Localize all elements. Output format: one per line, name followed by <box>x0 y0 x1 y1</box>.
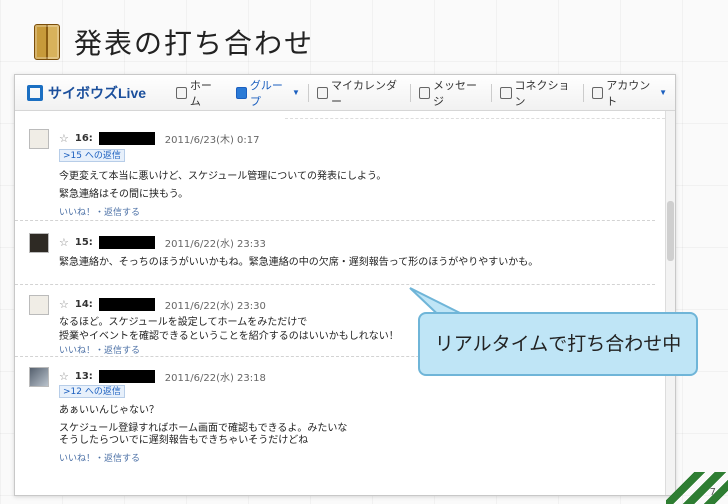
chevron-down-icon: ▼ <box>291 88 300 97</box>
nav-home[interactable]: ホーム <box>168 75 228 111</box>
message-icon <box>418 86 431 99</box>
nav-connection[interactable]: コネクション <box>492 75 583 111</box>
post-actions[interactable]: いいね！・返信する <box>59 205 140 218</box>
nav-label: マイカレンダー <box>331 79 398 108</box>
scrollbar[interactable] <box>665 111 675 495</box>
post-text-line: 緊急連絡はその間に挟もう。 <box>59 189 189 200</box>
post-text-line: そうしたらついでに遅刻報告もできちゃいそうだけどね <box>59 435 309 446</box>
post-number: 13: <box>74 371 93 382</box>
scrollbar-thumb[interactable] <box>667 201 674 261</box>
post-header: ☆ 13: 2011/6/22(水) 23:18 <box>59 369 266 384</box>
nav-group[interactable]: グループ ▼ <box>228 75 308 111</box>
star-icon[interactable]: ☆ <box>59 298 69 311</box>
logo-text: サイボウズLive <box>48 84 147 101</box>
post-date: 2011/6/22(水) 23:18 <box>164 373 266 384</box>
nav-label: ホーム <box>189 79 212 108</box>
post-date: 2011/6/22(水) 23:30 <box>164 301 266 312</box>
nav-label: メッセージ <box>433 79 478 108</box>
nav-label: グループ <box>249 79 283 108</box>
chevron-down-icon: ▼ <box>659 88 667 97</box>
connection-icon <box>500 86 512 99</box>
slide-title-text: 発表の打ち合わせ <box>74 27 315 60</box>
post-number: 15: <box>74 237 93 248</box>
post-text-line: あぁいいんじゃない？ <box>59 405 159 416</box>
post-number: 16: <box>74 133 93 144</box>
app-logo[interactable]: サイボウズLive <box>27 83 168 103</box>
post-item: ☆ 13: 2011/6/22(水) 23:18 >12 への返信 あぁいいんじ… <box>15 361 655 471</box>
post-number: 14: <box>74 299 93 310</box>
nav-my-calendar[interactable]: マイカレンダー <box>309 75 410 111</box>
star-icon[interactable]: ☆ <box>59 370 69 383</box>
post-header: ☆ 14: 2011/6/22(水) 23:30 <box>59 297 266 312</box>
group-icon <box>235 86 247 99</box>
redacted-name <box>98 132 155 145</box>
post-header: ☆ 15: 2011/6/22(水) 23:33 <box>59 235 266 250</box>
nav-message[interactable]: メッセージ <box>411 75 492 111</box>
redacted-name <box>98 298 155 311</box>
main-nav: ホーム グループ ▼ マイカレンダー メッセージ コネクション アカウント ▼ <box>168 75 675 111</box>
avatar <box>29 233 49 253</box>
callout-bubble: リアルタイムで打ち合わせ中 <box>418 312 698 376</box>
nav-account[interactable]: アカウント ▼ <box>584 75 675 111</box>
page-number: 7 <box>709 487 716 498</box>
app-header: サイボウズLive ホーム グループ ▼ マイカレンダー メッセージ コネクショ… <box>15 75 675 111</box>
calendar-icon <box>316 86 329 99</box>
sub-toolbar <box>285 111 675 119</box>
reply-tag[interactable]: >15 への返信 <box>59 149 125 162</box>
post-actions[interactable]: いいね！・返信する <box>59 343 140 356</box>
star-icon[interactable]: ☆ <box>59 132 69 145</box>
reply-tag[interactable]: >12 への返信 <box>59 385 125 398</box>
avatar <box>29 129 49 149</box>
account-icon <box>592 86 604 99</box>
post-item: ☆ 16: 2011/6/23(木) 0:17 >15 への返信 今更変えて本当… <box>15 123 655 221</box>
avatar <box>29 295 49 315</box>
post-text-line: 授業やイベントを確認できるということを紹介するのはいいかもしれない！ <box>59 331 399 342</box>
post-date: 2011/6/23(木) 0:17 <box>164 135 260 146</box>
post-date: 2011/6/22(水) 23:33 <box>164 239 266 250</box>
avatar <box>29 367 49 387</box>
logo-icon <box>27 84 43 101</box>
redacted-name <box>98 370 155 383</box>
home-icon <box>175 86 187 99</box>
post-header: ☆ 16: 2011/6/23(木) 0:17 <box>59 131 260 146</box>
post-actions[interactable]: いいね！・返信する <box>59 451 140 464</box>
post-item: ☆ 15: 2011/6/22(水) 23:33 緊急連絡か、そっちのほうがいい… <box>15 227 655 285</box>
app-screenshot: サイボウズLive ホーム グループ ▼ マイカレンダー メッセージ コネクショ… <box>14 74 676 496</box>
nav-label: アカウント <box>606 79 651 108</box>
star-icon[interactable]: ☆ <box>59 236 69 249</box>
nav-label: コネクション <box>514 79 570 108</box>
redacted-name <box>98 236 155 249</box>
corner-logo <box>666 472 728 504</box>
slide-title: 発表の打ち合わせ <box>34 22 314 62</box>
post-text-line: 緊急連絡か、そっちのほうがいいかもね。緊急連絡の中の欠席・遅刻報告って形のほうが… <box>59 257 539 268</box>
post-text-line: 今更変えて本当に悪いけど、スケジュール管理についての発表にしよう。 <box>59 171 387 182</box>
door-icon <box>34 24 60 60</box>
post-text-line: なるほど。スケジュールを設定してホームをみただけで <box>59 317 308 328</box>
